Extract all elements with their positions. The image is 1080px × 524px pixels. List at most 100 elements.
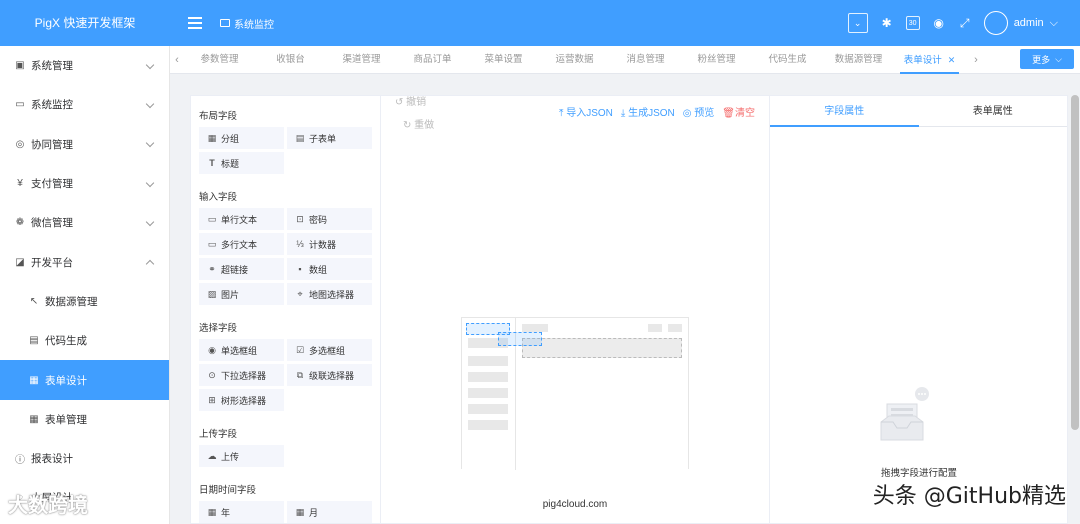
bug-icon[interactable]: ✱ [880, 16, 894, 30]
properties-tabs: 字段属性 表单属性 [770, 96, 1067, 127]
component-password[interactable]: ⊡ 密码 [287, 208, 372, 230]
tab-cashier[interactable]: 收银台 [255, 46, 326, 74]
menu-toggle-icon[interactable] [188, 17, 202, 29]
component-checkbox[interactable]: ☑ 多选框组 [287, 339, 372, 361]
lock-icon: ⊡ [296, 213, 304, 224]
component-group[interactable]: ▦ 分组 [199, 127, 284, 149]
sidebar-item-label: 微信管理 [31, 217, 73, 230]
eye-icon: ◎ [682, 108, 695, 119]
sidebar-item-label: 代码生成 [45, 335, 87, 348]
tab-menu-settings[interactable]: 菜单设置 [468, 46, 539, 74]
tab-datasource[interactable]: 数据源管理 [823, 46, 894, 74]
sidebar-item-devplatform[interactable]: ◪ 开发平台 [0, 242, 169, 281]
redo-button[interactable]: ↻ 重做 [403, 116, 434, 131]
component-image[interactable]: ▨ 图片 [199, 283, 284, 305]
empty-inbox-icon [880, 387, 929, 441]
monitor-icon: ▭ [15, 99, 25, 111]
calendar-icon[interactable]: 30 [905, 16, 920, 30]
avatar[interactable] [983, 11, 1008, 35]
illus-bar [648, 324, 662, 332]
empty-canvas-illustration [461, 317, 689, 470]
yen-icon: ¥ [17, 178, 23, 190]
close-icon[interactable]: ✕ [948, 55, 956, 65]
tab-codegen[interactable]: 代码生成 [752, 46, 823, 74]
calendar-icon: ▦ [295, 506, 305, 517]
sidebar-item-monitor[interactable]: ▭ 系统监控 [0, 85, 169, 124]
component-textarea[interactable]: ▭ 多行文本 [199, 233, 284, 255]
chevron-down-icon [145, 178, 155, 187]
component-upload[interactable]: ☁ 上传 [199, 445, 284, 467]
chevron-right-icon[interactable]: › [969, 54, 983, 66]
component-title[interactable]: T 标题 [199, 152, 284, 174]
component-label: 树形选择器 [221, 395, 267, 406]
trash-icon: 🗑 [722, 108, 735, 119]
expand-icon[interactable]: ⌄ [847, 13, 868, 33]
group-title: 上传字段 [199, 429, 238, 440]
user-menu[interactable]: admin ⌵ [983, 11, 1058, 35]
fullscreen-icon[interactable]: ⤢ [958, 16, 972, 30]
import-label: 导入JSON [566, 108, 613, 119]
sidebar-item-datasource[interactable]: ↖ 数据源管理 [0, 282, 169, 321]
illus-drag-ghost [498, 332, 542, 346]
component-radio[interactable]: ◉ 单选框组 [199, 339, 284, 361]
more-button[interactable]: 更多 ⌵ [1020, 49, 1074, 69]
sidebar-item-wechat[interactable]: ❁ 微信管理 [0, 203, 169, 242]
component-map[interactable]: ⌖ 地图选择器 [287, 283, 372, 305]
component-cascader[interactable]: ⧉ 级联选择器 [287, 364, 372, 386]
component-year[interactable]: ▦ 年 [199, 501, 284, 523]
sidebar-item-report[interactable]: ⓘ 报表设计 [0, 439, 169, 478]
more-label: 更多 [1032, 54, 1051, 65]
sidebar-item-form-manage[interactable]: ▦ 表单管理 [0, 400, 169, 439]
component-label: 多选框组 [309, 345, 346, 356]
import-json-button[interactable]: ⤒ 导入JSON [559, 104, 613, 119]
sidebar-item-form-design[interactable]: ▦ 表单设计 [0, 360, 169, 400]
sidebar-item-codegen[interactable]: ▤ 代码生成 [0, 321, 169, 360]
chevron-left-icon[interactable]: ‹ [170, 54, 184, 66]
tab-params[interactable]: 参数管理 [184, 46, 255, 74]
canvas-toolbar: ⤒ 导入JSON ⤓ 生成JSON ◎ 预览 🗑清空 [559, 104, 755, 119]
clear-button[interactable]: 🗑清空 [722, 104, 755, 119]
component-month[interactable]: ▦ 月 [287, 501, 372, 523]
properties-panel: 字段属性 表单属性 拖拽字段进行配置 [769, 96, 1067, 524]
tab-label: 表单设计 [903, 54, 942, 66]
component-label: 分组 [221, 133, 240, 144]
tab-fans[interactable]: 粉丝管理 [681, 46, 752, 74]
tab-orders[interactable]: 商品订单 [397, 46, 468, 74]
component-label: 级联选择器 [309, 370, 355, 381]
checkbox-icon: ☑ [295, 344, 305, 355]
monitor-icon [220, 19, 230, 27]
generate-json-button[interactable]: ⤓ 生成JSON [621, 104, 675, 119]
tab-ops-data[interactable]: 运营数据 [539, 46, 610, 74]
canvas-panel: ↺ 撤销 ↻ 重做 ⤒ 导入JSON ⤓ 生成JSON ◎ 预览 🗑清空 pig… [381, 96, 769, 524]
header-actions: ⌄ ✱ 30 ◉ ⤢ admin ⌵ [847, 0, 1058, 46]
preview-button[interactable]: ◎ 预览 [683, 104, 715, 119]
eye-icon[interactable]: ◉ [932, 16, 946, 30]
component-subform[interactable]: ▤ 子表单 [287, 127, 372, 149]
group-title: 布局字段 [199, 111, 238, 122]
tab-form-design[interactable]: 表单设计 ✕ [894, 46, 965, 74]
undo-button[interactable]: ↺ 撤销 [395, 93, 426, 108]
undo-label: 撤销 [406, 97, 427, 108]
username: admin [1013, 17, 1044, 29]
component-array[interactable]: ▪ 数组 [287, 258, 372, 280]
component-select[interactable]: ⊙ 下拉选择器 [199, 364, 284, 386]
tab-field-props[interactable]: 字段属性 [770, 96, 919, 127]
sidebar-item-pay[interactable]: ¥ 支付管理 [0, 164, 169, 203]
select-icon: ⊙ [208, 369, 216, 380]
component-label: 标题 [221, 158, 240, 169]
sidebar-item-system[interactable]: ▣ 系统管理 [0, 46, 169, 85]
tab-messages[interactable]: 消息管理 [610, 46, 681, 74]
tab-form-props[interactable]: 表单属性 [919, 96, 1068, 126]
tab-channel[interactable]: 渠道管理 [326, 46, 397, 74]
cursor-icon: ↖ [29, 295, 39, 307]
picture-icon: ▨ [207, 288, 217, 299]
scrollbar[interactable] [1071, 95, 1079, 430]
tools-icon: ◪ [15, 256, 25, 268]
component-input[interactable]: ▭ 单行文本 [199, 208, 284, 230]
component-link[interactable]: ⚭ 超链接 [199, 258, 284, 280]
component-tree-select[interactable]: ⊞ 树形选择器 [199, 389, 284, 411]
component-label: 下拉选择器 [221, 370, 267, 381]
component-counter[interactable]: ⅓ 计数器 [287, 233, 372, 255]
sidebar-item-collab[interactable]: ◎ 协同管理 [0, 125, 169, 164]
illus-bar [522, 324, 548, 332]
